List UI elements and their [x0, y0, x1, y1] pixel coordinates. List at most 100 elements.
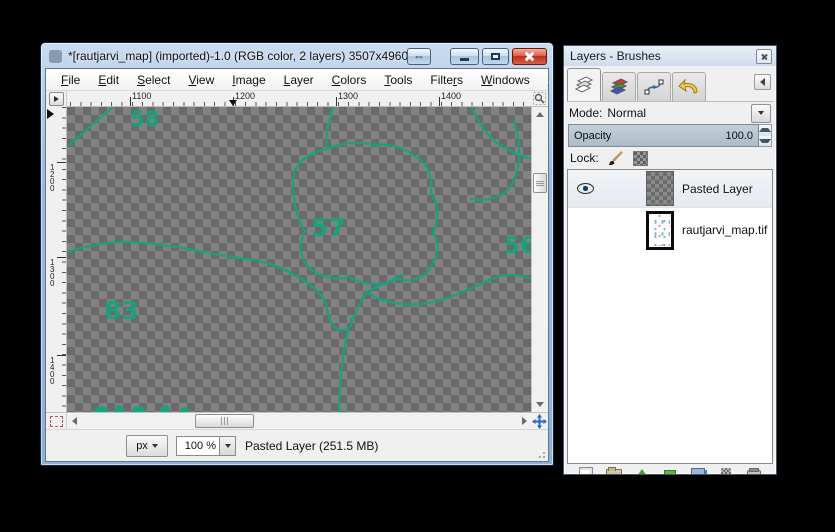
- title-arrows-button[interactable]: ⇔: [407, 48, 431, 65]
- menu-view[interactable]: View: [179, 71, 223, 89]
- minimize-icon: [460, 58, 469, 61]
- lock-alpha-icon[interactable]: [633, 151, 648, 166]
- arrow-right-icon: [522, 417, 527, 425]
- opacity-value: 100.0: [725, 130, 753, 142]
- vertical-ruler[interactable]: 1200 1300 1400: [46, 107, 67, 412]
- menu-file[interactable]: File: [52, 71, 89, 89]
- menu-layer[interactable]: Layer: [275, 71, 323, 89]
- contour-line: [69, 107, 113, 145]
- arrow-down-icon: [536, 402, 544, 407]
- menu-image[interactable]: Image: [223, 71, 274, 89]
- ruler-label: 1400: [50, 357, 58, 385]
- paths-icon: [644, 78, 664, 96]
- maximize-icon: [491, 53, 500, 60]
- close-icon: [525, 52, 534, 61]
- close-button[interactable]: [512, 48, 547, 65]
- chevron-left-icon: [760, 78, 765, 86]
- mode-value[interactable]: Normal: [607, 106, 646, 120]
- lock-pixels-brush-icon[interactable]: [607, 150, 625, 166]
- chevron-down-icon: [152, 444, 158, 448]
- raise-layer-icon: [635, 469, 649, 475]
- window-title: *[rautjarvi_map] (imported)-1.0 (RGB col…: [68, 49, 407, 63]
- delete-layer-icon: [747, 470, 761, 475]
- contour-elevation-label: 83: [104, 296, 139, 325]
- title-bar[interactable]: *[rautjarvi_map] (imported)-1.0 (RGB col…: [45, 43, 549, 68]
- tab-layers[interactable]: [567, 68, 601, 101]
- hscroll-row: [46, 412, 548, 429]
- unit-dropdown[interactable]: px: [126, 435, 168, 457]
- duplicate-layer-button[interactable]: [689, 467, 707, 475]
- opacity-slider[interactable]: Opacity 100.0: [568, 124, 759, 147]
- anchor-layer-button[interactable]: [717, 467, 735, 475]
- zoom-value[interactable]: 100 %: [176, 436, 220, 456]
- scroll-left-button[interactable]: [67, 413, 81, 429]
- lower-layer-button[interactable]: [661, 467, 679, 475]
- layer-thumbnail[interactable]: [646, 211, 674, 250]
- ruler-position-marker-v: [47, 109, 54, 119]
- eye-icon[interactable]: [577, 183, 594, 194]
- opacity-spinner[interactable]: [759, 124, 772, 147]
- arrow-down-icon: [759, 139, 771, 143]
- layers-dock-titlebar[interactable]: Layers - Brushes: [564, 46, 776, 66]
- quick-mask-toggle[interactable]: [46, 413, 67, 429]
- horizontal-scrollbar-thumb[interactable]: [195, 414, 254, 428]
- delete-layer-button[interactable]: [745, 467, 763, 475]
- tab-paths[interactable]: [637, 72, 671, 101]
- duplicate-layer-icon: [691, 468, 705, 475]
- menu-filters[interactable]: Filters: [421, 71, 472, 89]
- zoom-control[interactable]: 100 %: [176, 436, 236, 456]
- mode-label: Mode:: [569, 106, 602, 120]
- menu-select[interactable]: Select: [128, 71, 179, 89]
- vertical-scrollbar[interactable]: [531, 107, 548, 412]
- layer-name[interactable]: rautjarvi_map.tif: [682, 223, 767, 237]
- tab-channels[interactable]: [602, 72, 636, 101]
- scroll-up-button[interactable]: [532, 107, 548, 122]
- image-canvas[interactable]: 58575683: [67, 107, 531, 412]
- layer-name[interactable]: Pasted Layer: [682, 182, 753, 196]
- layer-thumbnail[interactable]: [646, 171, 674, 206]
- window-content: FileEditSelectViewImageLayerColorsToolsF…: [45, 68, 549, 462]
- layer-action-buttons: [567, 464, 773, 475]
- lower-layer-icon: [664, 470, 676, 475]
- dock-tabs: [567, 68, 773, 102]
- navigation-preview-button[interactable]: [531, 413, 548, 429]
- contour-line: [339, 327, 349, 412]
- raise-layer-button[interactable]: [633, 467, 651, 475]
- spin-down-button[interactable]: [759, 136, 771, 147]
- menu-edit[interactable]: Edit: [89, 71, 128, 89]
- new-layer-icon: [579, 467, 593, 475]
- vertical-scrollbar-thumb[interactable]: [533, 173, 547, 193]
- menu-tools[interactable]: Tools: [375, 71, 421, 89]
- menu-windows[interactable]: Windows: [472, 71, 539, 89]
- horizontal-scrollbar[interactable]: [67, 413, 531, 429]
- zoom-follow-window-toggle[interactable]: [531, 91, 548, 107]
- layers-dock-close-button[interactable]: [756, 49, 772, 64]
- new-layer-button[interactable]: [577, 467, 595, 475]
- maximize-button[interactable]: [482, 48, 509, 65]
- window-resize-grip[interactable]: [536, 449, 546, 459]
- new-group-icon: [606, 469, 622, 475]
- layers-dock-window: Layers - Brushes: [563, 45, 777, 475]
- contour-line: [471, 107, 531, 159]
- mode-dropdown-button[interactable]: [751, 104, 771, 123]
- new-group-button[interactable]: [605, 467, 623, 475]
- layer-row[interactable]: rautjarvi_map.tif: [568, 208, 772, 252]
- spin-up-button[interactable]: [759, 125, 771, 136]
- horizontal-ruler[interactable]: 1100120013001400: [67, 91, 531, 107]
- ruler-label: 1200: [50, 164, 58, 192]
- contour-elevation-label: 56: [504, 233, 531, 259]
- scroll-down-button[interactable]: [532, 397, 548, 412]
- layer-row[interactable]: Pasted Layer: [568, 170, 772, 208]
- contour-line: [366, 275, 531, 305]
- tab-menu-button[interactable]: [754, 74, 771, 90]
- tab-undo-history[interactable]: [672, 72, 706, 101]
- lock-row: Lock:: [567, 147, 773, 169]
- zoom-dropdown-button[interactable]: [220, 436, 236, 456]
- ruler-label: 1300: [50, 259, 58, 287]
- minimize-button[interactable]: [450, 48, 479, 65]
- menu-colors[interactable]: Colors: [323, 71, 376, 89]
- scroll-right-button[interactable]: [517, 413, 531, 429]
- menu-help[interactable]: Help: [539, 71, 549, 89]
- image-menu-button[interactable]: [49, 92, 64, 106]
- visibility-cell[interactable]: [568, 183, 602, 194]
